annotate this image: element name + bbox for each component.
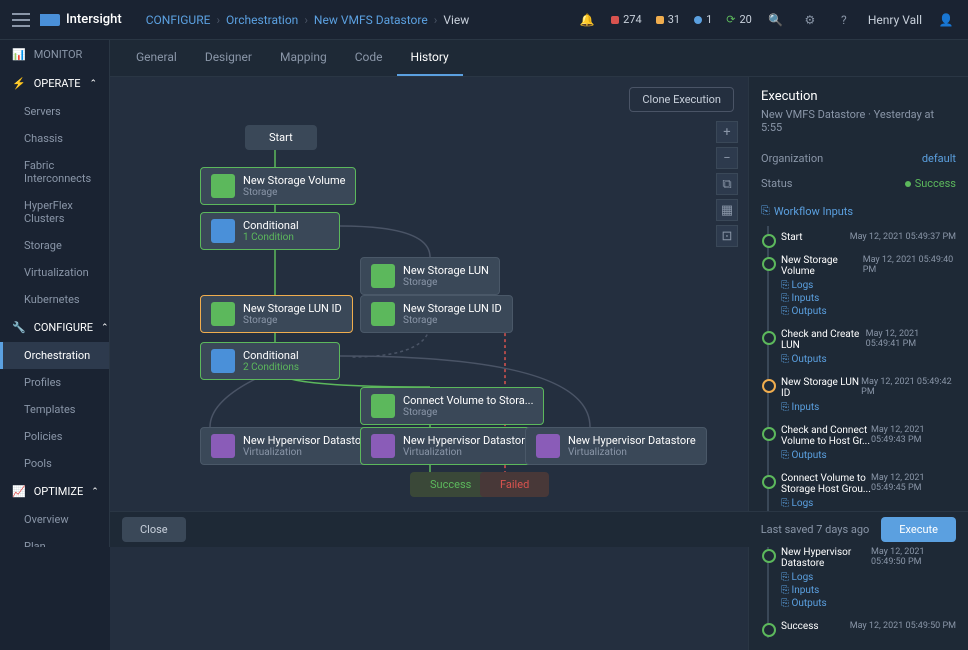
node-storage-lun[interactable]: New Storage LUNStorage [360,257,500,295]
nav-orchestration[interactable]: Orchestration [0,342,109,369]
nav-optimize[interactable]: 📈 OPTIMIZE⌃ [0,477,109,506]
breadcrumb-datastore[interactable]: New VMFS Datastore [314,13,428,27]
status-value: Success [905,177,956,190]
nav-monitor[interactable]: 📊 MONITOR [0,40,109,69]
node-start[interactable]: Start [245,125,317,150]
badge-warning[interactable]: 31 [656,13,680,26]
nav-configure[interactable]: 🔧 CONFIGURE⌃ [0,313,109,342]
tree-icon[interactable]: ⧉ [716,173,738,195]
last-saved: Last saved 7 days ago [761,523,870,536]
badge-tasks[interactable]: ⟳20 [726,13,752,26]
node-conditional-2[interactable]: Conditional2 Conditions [200,342,340,380]
execution-step[interactable]: Check and Create LUNMay 12, 2021 05:49:4… [767,323,956,371]
org-value[interactable]: default [922,152,956,165]
execution-panel: Execution New VMFS Datastore · Yesterday… [748,77,968,650]
settings-icon[interactable]: ⚙ [800,10,820,30]
zoom-in-button[interactable]: + [716,121,738,143]
step-link-inputs[interactable]: ⎘ Inputs [781,293,956,304]
workflow-inputs-link[interactable]: ⎘ Workflow Inputs [761,196,956,226]
breadcrumb: CONFIGURE › Orchestration › New VMFS Dat… [146,13,470,27]
step-link-logs[interactable]: ⎘ Logs [781,572,956,583]
user-icon[interactable]: 👤 [936,10,956,30]
execute-button[interactable]: Execute [881,517,956,542]
clone-execution-button[interactable]: Clone Execution [629,87,734,112]
bell-icon[interactable]: 🔔 [577,10,597,30]
workflow-canvas[interactable]: Clone Execution + − ⧉ ▦ ⊡ [110,77,748,650]
breadcrumb-current: View [443,13,469,27]
panel-title: Execution [761,89,956,104]
close-button[interactable]: Close [122,517,186,542]
nav-fabric[interactable]: Fabric Interconnects [0,152,109,192]
panel-subtitle: New VMFS Datastore · Yesterday at 5:55 [761,108,956,134]
step-link-outputs[interactable]: ⎘ Outputs [781,450,956,461]
tab-code[interactable]: Code [341,40,397,76]
node-failed[interactable]: Failed [480,472,549,497]
node-connect-volume[interactable]: Connect Volume to Stora...Storage [360,387,544,425]
nav-chassis[interactable]: Chassis [0,125,109,152]
nav-plan[interactable]: Plan [0,533,109,547]
nav-kubernetes[interactable]: Kubernetes [0,286,109,313]
execution-step[interactable]: New Storage LUN IDMay 12, 2021 05:49:42 … [767,371,956,419]
grid-icon[interactable]: ▦ [716,199,738,221]
nav-operate[interactable]: ⚡ OPERATE⌃ [0,69,109,98]
node-storage-volume[interactable]: New Storage VolumeStorage [200,167,356,205]
zoom-out-button[interactable]: − [716,147,738,169]
node-hypervisor-1[interactable]: New Hypervisor DatastoreVirtualization [200,427,382,465]
help-icon[interactable]: ? [834,10,854,30]
user-name[interactable]: Henry Vall [868,13,922,27]
step-link-inputs[interactable]: ⎘ Inputs [781,402,956,413]
nav-storage[interactable]: Storage [0,232,109,259]
nav-hyperflex[interactable]: HyperFlex Clusters [0,192,109,232]
breadcrumb-configure[interactable]: CONFIGURE [146,13,211,27]
step-link-logs[interactable]: ⎘ Logs [781,280,956,291]
tab-designer[interactable]: Designer [191,40,266,76]
step-link-logs[interactable]: ⎘ Logs [781,498,956,509]
node-storage-lun-id-1[interactable]: New Storage LUN IDStorage [200,295,353,333]
badge-critical[interactable]: 274 [611,13,642,26]
badge-info[interactable]: 1 [694,13,712,26]
node-storage-lun-id-2[interactable]: New Storage LUN IDStorage [360,295,513,333]
execution-step[interactable]: New Storage VolumeMay 12, 2021 05:49:40 … [767,249,956,323]
step-link-outputs[interactable]: ⎘ Outputs [781,354,956,365]
tab-general[interactable]: General [122,40,191,76]
tabs: General Designer Mapping Code History [110,40,968,77]
tab-mapping[interactable]: Mapping [266,40,341,76]
logo: Intersight [40,12,122,27]
step-link-outputs[interactable]: ⎘ Outputs [781,306,956,317]
step-link-inputs[interactable]: ⎘ Inputs [781,585,956,596]
menu-icon[interactable] [12,13,30,27]
fit-icon[interactable]: ⊡ [716,225,738,247]
step-link-outputs[interactable]: ⎘ Outputs [781,598,956,609]
node-hypervisor-3[interactable]: New Hypervisor DatastoreVirtualization [525,427,707,465]
search-icon[interactable]: 🔍 [766,10,786,30]
sidebar: 📊 MONITOR ⚡ OPERATE⌃ Servers Chassis Fab… [0,40,110,547]
execution-step[interactable]: StartMay 12, 2021 05:49:37 PM [767,226,956,249]
execution-step[interactable]: SuccessMay 12, 2021 05:49:50 PM [767,615,956,638]
nav-overview[interactable]: Overview [0,506,109,533]
breadcrumb-orchestration[interactable]: Orchestration [226,13,298,27]
node-conditional-1[interactable]: Conditional1 Condition [200,212,340,250]
execution-step[interactable]: Check and Connect Volume to Host Gr...Ma… [767,419,956,467]
execution-step[interactable]: New Hypervisor DatastoreMay 12, 2021 05:… [767,541,956,615]
node-hypervisor-2[interactable]: New Hypervisor DatastoreVirtualization [360,427,542,465]
nav-profiles[interactable]: Profiles [0,369,109,396]
nav-pools[interactable]: Pools [0,450,109,477]
nav-templates[interactable]: Templates [0,396,109,423]
tab-history[interactable]: History [397,40,463,76]
nav-policies[interactable]: Policies [0,423,109,450]
nav-virtualization[interactable]: Virtualization [0,259,109,286]
nav-servers[interactable]: Servers [0,98,109,125]
